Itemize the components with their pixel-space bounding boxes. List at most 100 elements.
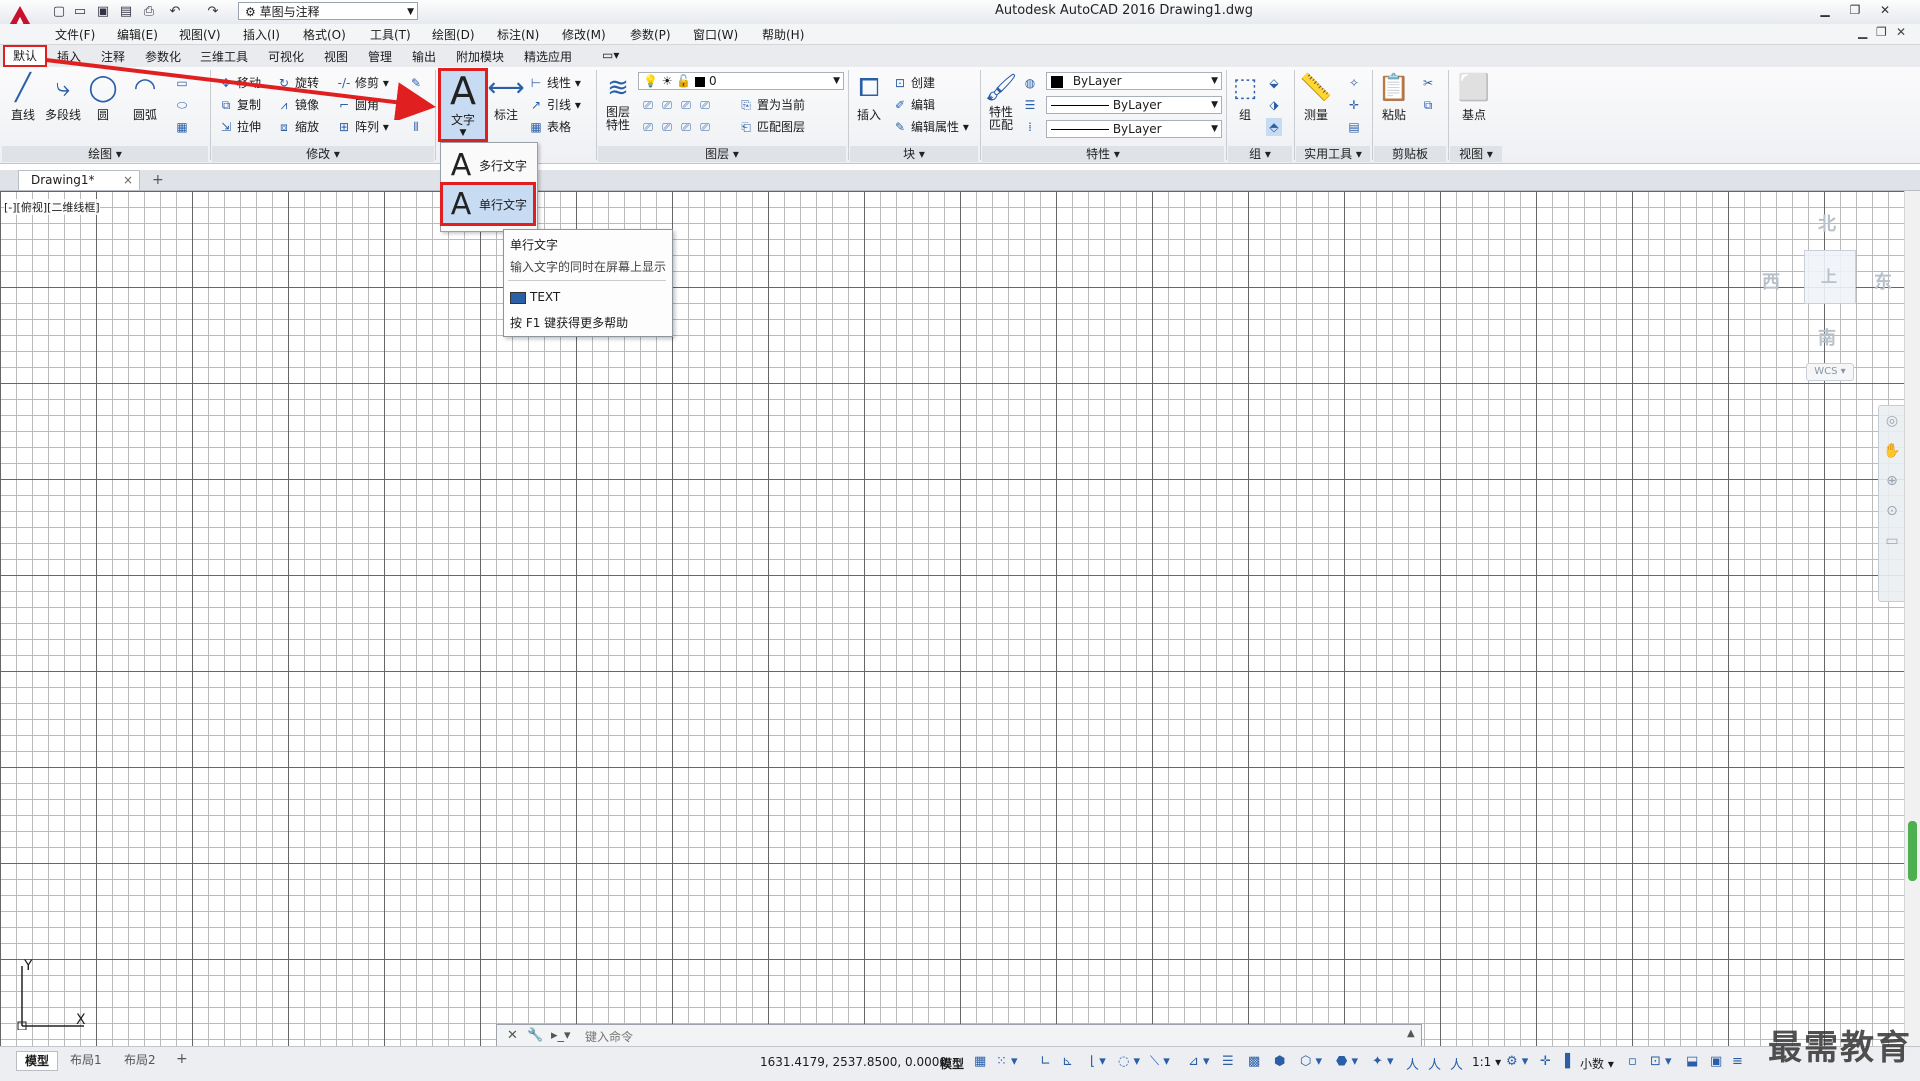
object-snap-tracking-icon[interactable]: ◌ ▾ [1118, 1054, 1140, 1069]
polar-icon[interactable]: ⊾ [1062, 1054, 1073, 1069]
ungroup-icon[interactable]: ⬙ [1266, 74, 1285, 92]
model-space-toggle[interactable]: 模型 [940, 1055, 964, 1072]
viewcube-east[interactable]: 东 [1874, 268, 1892, 294]
selection-cycling-icon[interactable]: ▩ [1248, 1054, 1260, 1069]
lock-ui-icon[interactable]: ⊡ ▾ [1650, 1054, 1672, 1069]
snap-icon[interactable]: ⁙ ▾ [996, 1054, 1018, 1069]
layout-tab-1[interactable]: 布局1 [62, 1051, 110, 1069]
paste-tool[interactable]: 📋 粘贴 [1376, 70, 1412, 123]
copy-clip-icon[interactable]: ⧉ [1420, 96, 1439, 114]
doc-close-button[interactable]: ✕ [1896, 25, 1906, 39]
wcs-menu[interactable]: WCS ▾ [1806, 363, 1854, 381]
viewport-controls[interactable]: [-][俯视][二维线框] [4, 199, 100, 215]
offset-icon[interactable]: ⫴ [408, 118, 427, 136]
minimize-button[interactable]: ▁ [1812, 1, 1838, 19]
3d-osnap-icon[interactable]: ⬢ [1274, 1054, 1285, 1069]
auto-scale-icon[interactable]: 人 [1428, 1054, 1441, 1073]
table-tool[interactable]: ▦ 表格 [528, 118, 571, 136]
close-window-button[interactable]: ✕ [1872, 1, 1898, 19]
measure-tool[interactable]: 📏 测量 [1298, 70, 1334, 123]
wrench-icon[interactable]: 🔧 [527, 1028, 543, 1043]
isolate-objects-icon[interactable]: ⬓ [1686, 1054, 1698, 1069]
annotation-monitor-icon[interactable]: ✛ [1540, 1054, 1551, 1069]
isodraft-icon[interactable]: ⌊ ▾ [1090, 1054, 1106, 1069]
group-edit-icon[interactable]: ⬗ [1266, 96, 1285, 114]
lineweight-toggle-icon[interactable]: ⊿ ▾ [1188, 1054, 1210, 1069]
dimension-tool[interactable]: ⟷ 标注 [487, 70, 524, 123]
group-tool[interactable]: ⬚ 组 [1230, 70, 1260, 123]
block-panel-title[interactable]: 块 ▾ [850, 146, 978, 162]
tab-featured-apps[interactable]: 精选应用 [524, 48, 572, 65]
navigation-bar[interactable]: ◎ ✋ ⊕ ⊙ ▭ [1878, 405, 1906, 602]
drawing-canvas[interactable] [0, 191, 1904, 1046]
draw-panel-title[interactable]: 绘图 ▾ [2, 146, 208, 162]
hardware-acceleration-icon[interactable]: ▣ [1710, 1054, 1722, 1069]
tab-addins[interactable]: 附加模块 [456, 48, 504, 65]
document-tab-drawing1[interactable]: Drawing1* × [18, 170, 140, 190]
layout-tab-model[interactable]: 模型 [16, 1051, 59, 1071]
viewcube-west[interactable]: 西 [1762, 268, 1780, 294]
doc-restore-button[interactable]: ❐ [1876, 25, 1887, 39]
stretch-tool[interactable]: ⇲ 拉伸 [218, 118, 261, 136]
properties-panel-title[interactable]: 特性 ▾ [982, 146, 1224, 162]
quick-properties-icon[interactable]: ▫ [1628, 1054, 1637, 1069]
scrollbar-thumb[interactable] [1908, 821, 1917, 881]
ortho-icon[interactable]: ∟ [1040, 1054, 1051, 1069]
set-current-layer-tool[interactable]: ⎘ 置为当前 [738, 96, 805, 114]
layer-tools-row1[interactable]: ⎚ ⎚ ⎚ ⎚ [640, 96, 716, 114]
scale-tool[interactable]: ⧈ 缩放 [276, 118, 319, 136]
color-dropdown[interactable]: ByLayer ▼ [1046, 72, 1222, 90]
insert-block-tool[interactable]: ⧠ 插入 [852, 70, 886, 123]
layer-tools-row2[interactable]: ⎚ ⎚ ⎚ ⎚ [640, 118, 716, 136]
grid-icon[interactable]: ▦ [974, 1054, 986, 1069]
cut-icon[interactable]: ✂ [1420, 74, 1439, 92]
array-tool[interactable]: ⊞ 阵列 ▾ [336, 118, 389, 136]
menu-window[interactable]: 窗口(W) [693, 26, 738, 43]
modify-panel-title[interactable]: 修改 ▾ [212, 146, 434, 162]
viewcube-north[interactable]: 北 [1818, 210, 1836, 236]
units-dropdown[interactable]: 小数 ▾ [1580, 1055, 1614, 1072]
leader-tool[interactable]: ↗ 引线 ▾ [528, 96, 581, 114]
layer-dropdown[interactable]: 💡 ☀ 🔓 0 ▼ [638, 72, 844, 90]
edit-attributes-tool[interactable]: ✎ 编辑属性 ▾ [892, 118, 969, 136]
transparency-icon[interactable]: ⁞ [1022, 118, 1041, 136]
transparency-toggle-icon[interactable]: ☰ [1222, 1054, 1234, 1069]
doc-minimize-button[interactable]: ▁ [1858, 25, 1867, 39]
add-layout-button[interactable]: + [176, 1051, 188, 1067]
quick-select-icon[interactable]: ✧ [1346, 74, 1365, 92]
edit-block-tool[interactable]: ✐ 编辑 [892, 96, 935, 114]
selection-filter-icon[interactable]: ⬣ ▾ [1336, 1054, 1358, 1069]
hatch-icon[interactable]: ▦ [174, 118, 193, 136]
annotation-scale-value[interactable]: 1:1 ▾ [1472, 1055, 1501, 1069]
workspace-switch-icon[interactable]: ⚙ ▾ [1506, 1054, 1528, 1069]
create-block-tool[interactable]: ⊡ 创建 [892, 74, 935, 92]
point-id-icon[interactable]: ✛ [1346, 96, 1365, 114]
close-cmd-icon[interactable]: ✕ [507, 1028, 518, 1043]
view-panel-title[interactable]: 视图 ▾ [1450, 146, 1502, 162]
coordinate-readout[interactable]: 1631.4179, 2537.8500, 0.0000 [760, 1055, 947, 1069]
annotation-scale-icon[interactable]: 人 [1450, 1054, 1463, 1073]
match-properties-tool[interactable]: 🖌 特性 匹配 [984, 70, 1018, 132]
layer-properties-tool[interactable]: ≋ 图层 特性 [600, 70, 636, 132]
close-tab-icon[interactable]: × [123, 173, 133, 187]
gizmo-icon[interactable]: ✦ ▾ [1372, 1054, 1394, 1069]
multiline-text-item[interactable]: A 多行文字 [443, 147, 533, 183]
lineweight-icon[interactable]: ☰ [1022, 96, 1041, 114]
new-tab-button[interactable]: + [152, 172, 164, 188]
units-icon[interactable]: ▐ [1560, 1054, 1570, 1069]
recent-commands-icon[interactable]: ▸_▾ [551, 1028, 571, 1043]
color-wheel-icon[interactable]: ◍ [1022, 74, 1041, 92]
annotation-visibility-icon[interactable]: 人 [1406, 1054, 1419, 1073]
layout-tab-2[interactable]: 布局2 [116, 1051, 164, 1069]
base-view-tool[interactable]: ⬜ 基点 [1456, 70, 1492, 123]
chevron-up-icon[interactable]: ▲ [1407, 1028, 1415, 1039]
match-layer-tool[interactable]: ⎗ 匹配图层 [738, 118, 805, 136]
menu-parametric[interactable]: 参数(P) [630, 26, 671, 43]
menu-help[interactable]: 帮助(H) [762, 26, 804, 43]
menu-modify[interactable]: 修改(M) [562, 26, 606, 43]
linetype-dropdown[interactable]: ByLayer ▼ [1046, 96, 1222, 114]
dynamic-ucs-icon[interactable]: ⬡ ▾ [1300, 1054, 1322, 1069]
utilities-panel-title[interactable]: 实用工具 ▾ [1296, 146, 1370, 162]
object-snap-icon[interactable]: ⟍ ▾ [1150, 1054, 1170, 1069]
restore-button[interactable]: ❐ [1842, 1, 1868, 19]
